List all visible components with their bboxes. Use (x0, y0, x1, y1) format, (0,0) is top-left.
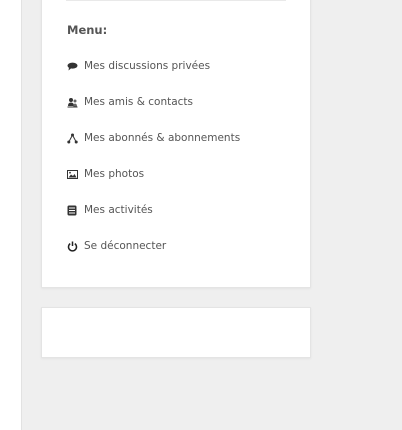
menu-title: Menu: (67, 23, 108, 37)
menu-item-label: Se déconnecter (84, 240, 167, 252)
network-icon (66, 132, 78, 144)
menu-list: Mes discussions privées Mes amis & conta… (66, 59, 240, 275)
menu-item-logout[interactable]: Se déconnecter (66, 239, 240, 275)
menu-item-label: Mes amis & contacts (84, 96, 194, 108)
menu-item-photos[interactable]: Mes photos (66, 167, 240, 203)
friends-icon (66, 96, 78, 108)
menu-item-label: Mes photos (84, 168, 145, 180)
menu-item-activities[interactable]: Mes activités (66, 203, 240, 239)
activity-icon (66, 204, 78, 216)
menu-item-label: Mes activités (84, 204, 153, 216)
empty-card (41, 307, 311, 358)
menu-item-friends-contacts[interactable]: Mes amis & contacts (66, 95, 240, 131)
divider (66, 0, 286, 1)
power-icon (66, 240, 78, 252)
menu-item-label: Mes abonnés & abonnements (84, 132, 241, 144)
menu-item-private-discussions[interactable]: Mes discussions privées (66, 59, 240, 95)
photo-icon (66, 168, 78, 180)
content-area: Menu: Mes discussions privées Mes amis &… (21, 0, 402, 430)
user-menu-card: Menu: Mes discussions privées Mes amis &… (41, 0, 311, 288)
chat-icon (66, 60, 78, 72)
menu-item-followers[interactable]: Mes abonnés & abonnements (66, 131, 240, 167)
menu-item-label: Mes discussions privées (84, 60, 211, 72)
